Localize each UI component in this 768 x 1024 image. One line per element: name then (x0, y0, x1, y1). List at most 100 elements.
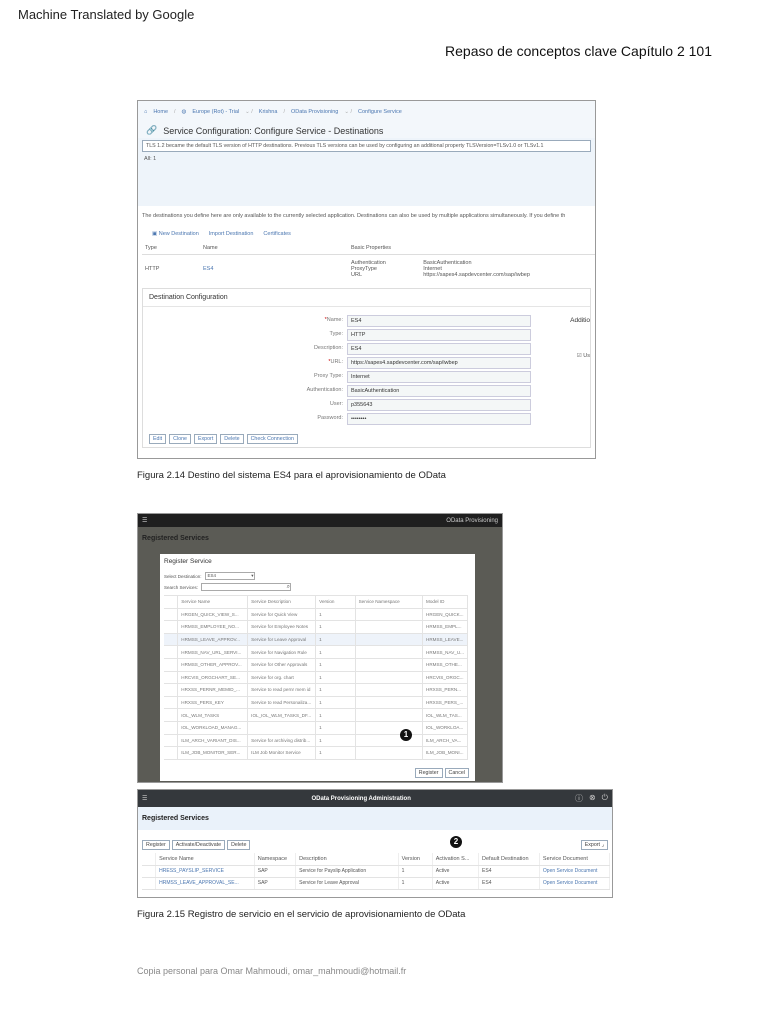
row-selector[interactable] (164, 683, 179, 697)
column-header[interactable]: Description (295, 853, 399, 866)
table-cell: HRMSS_NAV_URL_SERVI... (177, 645, 249, 659)
breadcrumb-region[interactable]: Europe (Rot) - Trial (192, 109, 239, 115)
table-cell: 1 (315, 633, 356, 647)
search-input[interactable]: ⌕ (201, 583, 292, 591)
table-cell: HRXSS_PERN... (422, 683, 468, 697)
table-cell (355, 721, 424, 735)
table-cell: 1 (315, 721, 356, 735)
table-cell: Active (432, 877, 480, 890)
certificates-button[interactable]: Certificates (263, 231, 291, 237)
menu-icon[interactable]: ☰ (142, 517, 147, 524)
table-row[interactable]: IOL_WLM_TASKS IOL_IOL_WLM_TASKS_DF... 1 IOL… (164, 708, 468, 722)
power-icon[interactable]: ⏻ (602, 793, 608, 804)
clone-button[interactable]: Clone (169, 434, 191, 444)
field-value[interactable]: HTTP (347, 329, 531, 341)
menu-icon[interactable]: ☰ (142, 795, 147, 802)
import-destination-button[interactable]: Import Destination (209, 231, 254, 237)
column-header[interactable]: Service Description (247, 595, 317, 609)
delete-button[interactable]: Delete (220, 434, 244, 444)
activate-deactivate-button[interactable]: Activate/Deactivate (171, 840, 226, 850)
row-selector[interactable] (164, 620, 179, 634)
column-header[interactable]: Namespace (254, 853, 297, 866)
column-header[interactable]: Version (398, 853, 433, 866)
table-cell: Service for Navigation Rule (247, 645, 317, 659)
cancel-button[interactable]: Cancel (444, 768, 469, 778)
help-icon[interactable]: ⓘ (575, 793, 583, 804)
table-cell: 1 (315, 658, 356, 672)
table-row[interactable]: HRESS_PAYSLIP_SERVICE SAP Service for Pays… (142, 865, 611, 878)
delete-button[interactable]: Delete (227, 840, 251, 850)
table-row[interactable]: HRMSS_LEAVE_APPROV... Service for Leave A… (164, 633, 468, 647)
open-service-document-link[interactable]: Open Service Document (539, 877, 611, 890)
registered-services-title: Registered Services (138, 807, 612, 830)
service-name-link[interactable]: HRMSS_LEAVE_APPROVAL_SE... (155, 877, 255, 890)
table-row[interactable]: HRMSS_OTHER_APPROV... Service for Other A… (164, 658, 468, 672)
field-value[interactable]: ES4 (347, 315, 531, 327)
breadcrumb-home[interactable]: Home (153, 109, 168, 115)
column-header[interactable]: Service Document (539, 853, 611, 866)
row-selector[interactable] (164, 633, 179, 647)
use-checkbox[interactable]: ☑ Us (577, 353, 590, 359)
table-row[interactable]: IOL_WORKLOAD_MANAG... 1 IOL_WORKLOA... (164, 721, 468, 735)
field-label: Proxy Type: (314, 373, 343, 379)
column-header[interactable]: Model ID (422, 595, 468, 609)
table-cell (355, 633, 424, 647)
table-cell: Service for archiving distrib... (247, 734, 317, 748)
row-selector[interactable] (164, 658, 179, 672)
register-button[interactable]: Register (414, 768, 443, 778)
destination-select[interactable]: ES4 ▾ (204, 572, 255, 580)
table-cell: Active (432, 865, 480, 878)
column-header[interactable]: Service Name (155, 853, 255, 866)
row-selector[interactable] (142, 877, 157, 890)
table-row[interactable]: HRMSS_NAV_URL_SERVI... Service for Naviga… (164, 645, 468, 659)
breadcrumb-odata[interactable]: OData Provisioning (291, 109, 338, 115)
row-selector[interactable] (164, 645, 179, 659)
field-value[interactable]: BasicAuthentication (347, 385, 531, 397)
export-button[interactable]: Export ⌟ (580, 840, 608, 850)
field-value[interactable]: Internet (347, 371, 531, 383)
service-name-link[interactable]: HRESS_PAYSLIP_SERVICE (155, 865, 255, 878)
row-selector[interactable] (164, 608, 179, 622)
field-value[interactable]: https://sapes4.sapdevcenter.com/sap/iwbe… (347, 357, 531, 369)
user-icon[interactable]: ⊗ (589, 793, 596, 804)
row-selector[interactable] (164, 671, 179, 685)
table-row[interactable]: ILM_JOB_MONITOR_SER... ILM Job Monitor Se… (164, 746, 468, 760)
table-cell: HRGEN_QUICK_VIEW_S... (177, 608, 249, 622)
register-button[interactable]: Register (142, 840, 170, 850)
field-value[interactable]: p355643 (347, 399, 531, 411)
column-header[interactable]: Default Destination (478, 853, 540, 866)
table-row[interactable]: HRMSS_EMPLOYEE_NO... Service for Employee… (164, 620, 468, 634)
row-selector[interactable] (164, 721, 179, 735)
table-row[interactable]: HTTP ES4 Authentication ProxyType URL Basic… (142, 254, 595, 284)
column-header[interactable]: Service Namespace (355, 595, 424, 609)
export-button[interactable]: Export (193, 434, 218, 444)
column-header[interactable]: Activation S... (432, 853, 480, 866)
check-connection-button[interactable]: Check Connection (246, 434, 298, 444)
figure-register-service: ☰ OData Provisioning Registered Services … (137, 513, 503, 783)
edit-button[interactable]: Edit (149, 434, 167, 444)
field-label: *Name: (324, 317, 343, 323)
row-selector[interactable] (142, 865, 157, 878)
table-row[interactable]: HRMSS_LEAVE_APPROVAL_SE... SAP Service for… (142, 877, 611, 890)
row-selector[interactable] (164, 708, 179, 722)
breadcrumb: ⌂ Home / ◍ Europe (Rot) - Trial ⌄ / Krishna /… (138, 101, 595, 123)
column-header[interactable]: Version (315, 595, 356, 609)
breadcrumb-configure[interactable]: Configure Service (358, 109, 402, 115)
row-selector[interactable] (164, 746, 179, 760)
open-service-document-link[interactable]: Open Service Document (539, 865, 611, 878)
column-header[interactable]: Service Name (177, 595, 249, 609)
table-row[interactable]: HRGEN_QUICK_VIEW_S... Service for Quick V… (164, 608, 468, 622)
app-title: OData Provisioning Administration (311, 795, 411, 802)
page-title: Service Configuration: Configure Service… (163, 125, 384, 136)
all-count: All: 1 (144, 156, 157, 162)
field-value[interactable]: ES4 (347, 343, 531, 355)
row-selector[interactable] (164, 734, 179, 748)
table-row[interactable]: HRXSS_PERNR_MEMID_... Service to read per… (164, 683, 468, 697)
table-row[interactable]: HRXSS_PERS_KEY Service to read Personaliz… (164, 696, 468, 710)
table-row[interactable]: HRCVIS_ORGCHART_SE... Service for org. ch… (164, 671, 468, 685)
row-selector[interactable] (164, 696, 179, 710)
field-value[interactable]: •••••••• (347, 413, 531, 425)
table-row[interactable]: ILM_ARCH_VARIANT_DIS... Service for archi… (164, 734, 468, 748)
new-destination-button[interactable]: ▣ New Destination (152, 231, 199, 237)
breadcrumb-account[interactable]: Krishna (259, 109, 278, 115)
